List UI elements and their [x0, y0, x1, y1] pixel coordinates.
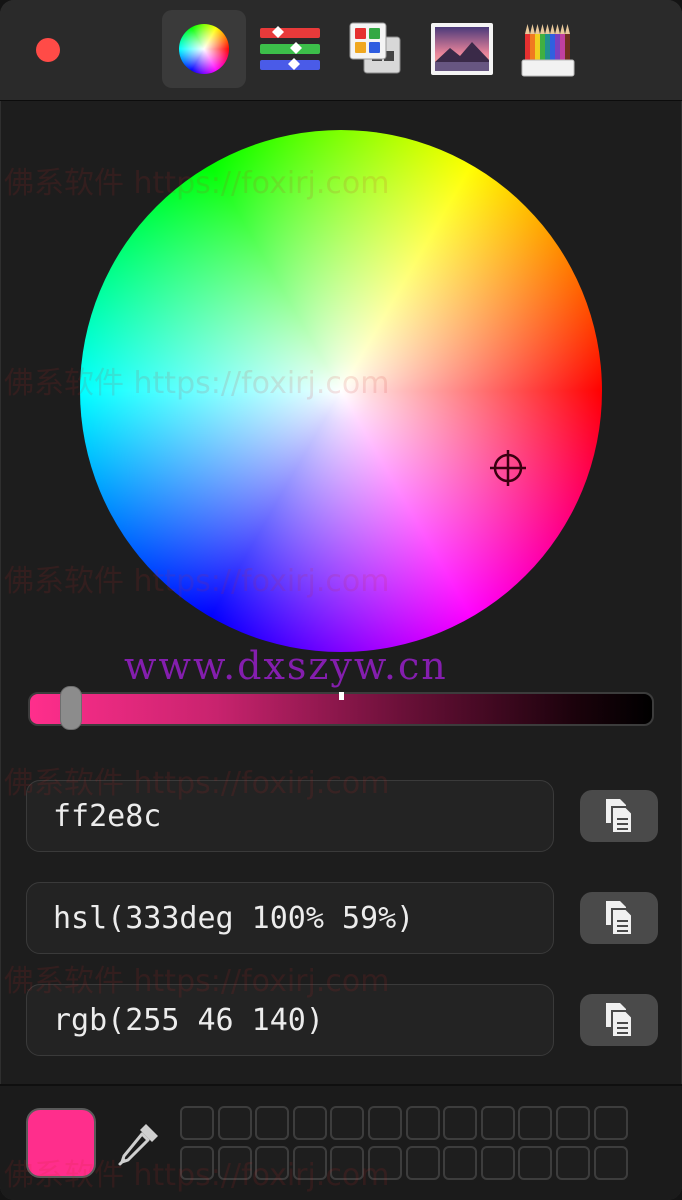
color-picker-window: ff2e8c hsl(333deg 100% 59%) rgb(255 46 1…: [0, 0, 682, 1200]
swatch-slot[interactable]: [443, 1106, 478, 1140]
titlebar: [0, 0, 682, 101]
swatch-slot[interactable]: [480, 1146, 515, 1180]
tab-pencils[interactable]: [506, 10, 590, 88]
hex-value-field[interactable]: ff2e8c: [26, 780, 554, 852]
brightness-slider-thumb[interactable]: [60, 686, 82, 730]
swatch-slot[interactable]: [480, 1106, 515, 1140]
swatch-slot[interactable]: [405, 1106, 440, 1140]
palettes-icon: [349, 22, 401, 74]
swatch-slot[interactable]: [367, 1106, 402, 1140]
swatch-slot[interactable]: [518, 1106, 553, 1140]
hsl-value: hsl(333deg 100% 59%): [53, 900, 415, 936]
image-icon: [431, 23, 493, 75]
swatch-slot[interactable]: [255, 1146, 290, 1180]
swatch-slot[interactable]: [255, 1106, 290, 1140]
copy-icon: [606, 901, 633, 936]
copy-hsl-button[interactable]: [580, 892, 658, 944]
color-wheel-icon: [179, 24, 229, 74]
swatch-slot[interactable]: [518, 1146, 553, 1180]
swatch-slot[interactable]: [330, 1146, 365, 1180]
tab-color-wheel[interactable]: [162, 10, 246, 88]
tab-image-palettes[interactable]: [420, 10, 504, 88]
swatch-slot[interactable]: [367, 1146, 402, 1180]
swatch-slot[interactable]: [292, 1146, 327, 1180]
tab-color-sliders[interactable]: [248, 10, 332, 88]
swatch-slot[interactable]: [443, 1146, 478, 1180]
swatch-slot[interactable]: [405, 1146, 440, 1180]
swatch-slot[interactable]: [217, 1146, 252, 1180]
eyedropper-icon[interactable]: [116, 1120, 162, 1168]
swatch-slot[interactable]: [593, 1106, 628, 1140]
color-wheel[interactable]: [80, 130, 602, 652]
hsl-value-field[interactable]: hsl(333deg 100% 59%): [26, 882, 554, 954]
current-color-swatch[interactable]: [26, 1108, 96, 1178]
color-wheel-disc[interactable]: [80, 130, 602, 652]
pencils-icon: [521, 24, 575, 77]
sliders-icon: [260, 26, 320, 70]
hex-value: ff2e8c: [53, 798, 162, 834]
rgb-value: rgb(255 46 140): [53, 1002, 324, 1038]
copy-icon: [606, 1003, 633, 1038]
swatch-slot[interactable]: [180, 1106, 214, 1140]
swatch-slot[interactable]: [180, 1146, 214, 1180]
close-button[interactable]: [36, 38, 60, 62]
swatch-slot[interactable]: [292, 1106, 327, 1140]
watermark-site: www.dxszyw.cn: [124, 644, 448, 688]
slider-midpoint-mark: [339, 692, 344, 700]
tab-color-palettes[interactable]: [334, 10, 418, 88]
rgb-value-field[interactable]: rgb(255 46 140): [26, 984, 554, 1056]
copy-rgb-button[interactable]: [580, 994, 658, 1046]
swatch-slot[interactable]: [593, 1146, 628, 1180]
copy-icon: [606, 799, 633, 834]
swatch-slot[interactable]: [555, 1106, 590, 1140]
swatch-slot[interactable]: [330, 1106, 365, 1140]
crosshair-icon[interactable]: [490, 450, 526, 486]
swatch-slot[interactable]: [217, 1106, 252, 1140]
copy-hex-button[interactable]: [580, 790, 658, 842]
swatch-slot[interactable]: [555, 1146, 590, 1180]
saved-swatches-grid: [180, 1106, 628, 1182]
